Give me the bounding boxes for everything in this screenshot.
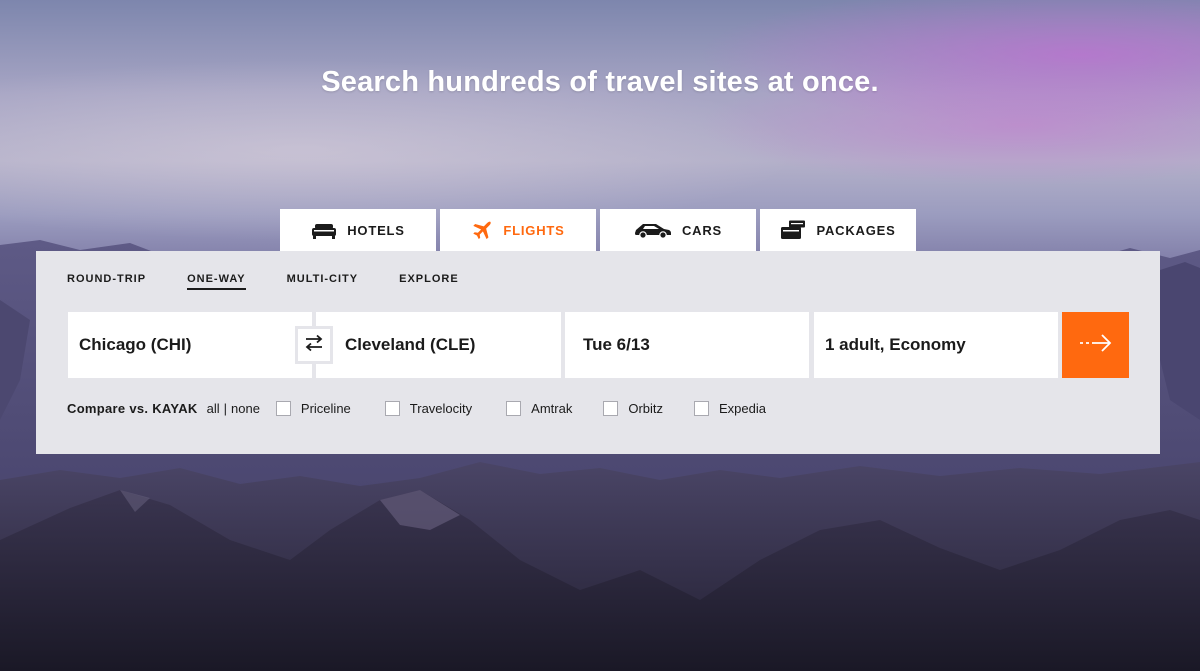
tab-label: PACKAGES: [816, 222, 896, 238]
travelocity-checkbox[interactable]: [384, 401, 400, 416]
tab-cars[interactable]: CARS: [600, 209, 756, 251]
compare-site-label: Priceline: [300, 401, 351, 416]
arrow-right-icon: [1078, 332, 1114, 359]
search-panel: ROUND-TRIP ONE-WAY MULTI-CITY EXPLORE Ch…: [36, 251, 1160, 454]
compare-travelocity[interactable]: Travelocity: [384, 401, 473, 416]
car-icon: [634, 221, 672, 239]
tab-label: CARS: [681, 222, 723, 238]
tab-one-way[interactable]: ONE-WAY: [187, 273, 246, 290]
swap-button[interactable]: [295, 326, 333, 364]
compare-row: Compare vs. KAYAK all | none Priceline T…: [67, 401, 766, 416]
orbitz-checkbox[interactable]: [603, 401, 619, 416]
destination-field[interactable]: Cleveland (CLE): [316, 312, 561, 378]
compare-site-label: Orbitz: [628, 401, 663, 416]
compare-priceline[interactable]: Priceline: [275, 401, 351, 416]
tab-multi-city[interactable]: MULTI-CITY: [287, 273, 359, 290]
tab-label: HOTELS: [347, 222, 405, 238]
tab-label: FLIGHTS: [503, 222, 565, 238]
compare-expedia[interactable]: Expedia: [694, 401, 766, 416]
swap-arrows-icon: [303, 334, 325, 357]
tab-hotels[interactable]: HOTELS: [280, 209, 436, 251]
suitcase-icon: [780, 220, 806, 240]
tab-explore[interactable]: EXPLORE: [399, 273, 459, 290]
compare-site-label: Amtrak: [531, 401, 573, 416]
date-value: Tue 6/13: [583, 335, 650, 354]
compare-site-label: Travelocity: [409, 401, 473, 416]
bed-icon: [311, 221, 337, 239]
tab-packages[interactable]: PACKAGES: [760, 209, 916, 251]
travelers-value: 1 adult, Economy: [825, 335, 966, 354]
compare-orbitz[interactable]: Orbitz: [603, 401, 663, 416]
date-field[interactable]: Tue 6/13: [565, 312, 809, 378]
compare-select-links: all | none: [207, 401, 260, 416]
expedia-checkbox[interactable]: [694, 401, 709, 416]
origin-value: Chicago (CHI): [79, 335, 192, 354]
tab-flights[interactable]: FLIGHTS: [440, 209, 596, 251]
destination-value: Cleveland (CLE): [345, 335, 476, 354]
compare-none-link[interactable]: none: [231, 401, 260, 416]
vertical-tabs: HOTELS FLIGHTS CARS PACKAGES: [280, 209, 920, 251]
tab-round-trip[interactable]: ROUND-TRIP: [67, 273, 146, 290]
compare-amtrak[interactable]: Amtrak: [506, 401, 572, 416]
compare-site-label: Expedia: [719, 401, 766, 416]
page-headline: Search hundreds of travel sites at once.: [321, 66, 879, 98]
travelers-field[interactable]: 1 adult, Economy: [814, 312, 1058, 378]
search-button[interactable]: [1062, 312, 1129, 378]
compare-label: Compare vs. KAYAK: [67, 401, 198, 416]
compare-separator: |: [223, 401, 227, 416]
origin-field[interactable]: Chicago (CHI): [68, 312, 312, 378]
compare-all-link[interactable]: all: [207, 401, 220, 416]
airplane-icon: [471, 219, 493, 241]
amtrak-checkbox[interactable]: [506, 401, 522, 416]
trip-type-tabs: ROUND-TRIP ONE-WAY MULTI-CITY EXPLORE: [67, 273, 500, 290]
priceline-checkbox[interactable]: [275, 401, 291, 416]
